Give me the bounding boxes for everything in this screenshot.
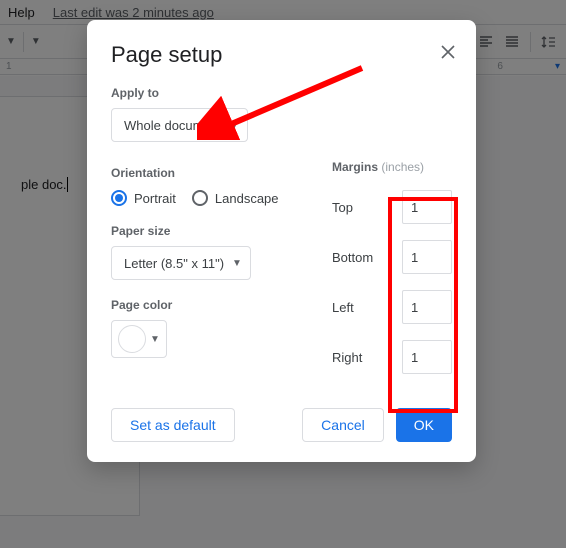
cancel-button[interactable]: Cancel	[302, 408, 384, 442]
chevron-down-icon: ▼	[230, 120, 240, 131]
margin-right-input[interactable]	[402, 340, 452, 374]
ok-button[interactable]: OK	[396, 408, 452, 442]
radio-selected-icon	[111, 190, 127, 206]
radio-unselected-icon	[192, 190, 208, 206]
margin-top-input[interactable]	[402, 190, 452, 224]
page-setup-dialog: Page setup Apply to Whole document ▼ Ori…	[87, 20, 476, 462]
orientation-portrait-radio[interactable]: Portrait	[111, 190, 176, 206]
set-as-default-button[interactable]: Set as default	[111, 408, 235, 442]
chevron-down-icon: ▼	[150, 334, 160, 345]
margin-right-label: Right	[332, 350, 362, 365]
margin-bottom-label: Bottom	[332, 250, 373, 265]
apply-to-label: Apply to	[111, 86, 452, 100]
apply-to-value: Whole document	[124, 118, 222, 133]
apply-to-dropdown[interactable]: Whole document ▼	[111, 108, 248, 142]
orientation-landscape-label: Landscape	[215, 191, 279, 206]
paper-size-value: Letter (8.5" x 11")	[124, 256, 224, 271]
page-color-dropdown[interactable]: ▼	[111, 320, 167, 358]
page-color-label: Page color	[111, 298, 302, 312]
margin-bottom-input[interactable]	[402, 240, 452, 274]
chevron-down-icon: ▼	[232, 258, 242, 269]
orientation-portrait-label: Portrait	[134, 191, 176, 206]
margins-label: Margins (inches)	[332, 160, 452, 174]
paper-size-dropdown[interactable]: Letter (8.5" x 11") ▼	[111, 246, 251, 280]
margin-left-input[interactable]	[402, 290, 452, 324]
color-swatch-icon	[118, 325, 146, 353]
dialog-title: Page setup	[111, 42, 452, 68]
margin-top-label: Top	[332, 200, 353, 215]
close-icon[interactable]	[436, 40, 460, 64]
orientation-landscape-radio[interactable]: Landscape	[192, 190, 279, 206]
margin-left-label: Left	[332, 300, 354, 315]
paper-size-label: Paper size	[111, 224, 302, 238]
orientation-label: Orientation	[111, 166, 302, 180]
